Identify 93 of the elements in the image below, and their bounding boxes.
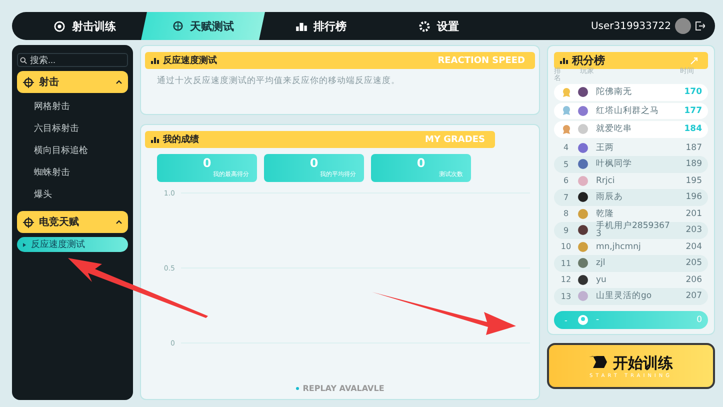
description: 通过十次反应速度测试的平均值来反应你的移动端反应速度。 [157, 75, 401, 87]
crosshair-icon [23, 76, 34, 88]
sidebar-item[interactable]: 网格射击 [17, 97, 128, 115]
category-title: 射击 [39, 76, 59, 89]
avatar-icon [578, 87, 588, 98]
search-field[interactable]: 搜索... [17, 53, 128, 67]
card-tag: MY GRADES [425, 134, 485, 144]
bullet-icon [23, 242, 26, 246]
settings-icon [419, 20, 430, 32]
rank-number: 9 [562, 226, 570, 235]
category-header[interactable]: 射击 [17, 71, 128, 93]
time-value: 206 [684, 274, 703, 285]
target-icon [54, 20, 65, 32]
rank-number: 12 [560, 275, 572, 284]
podium-icon [151, 136, 159, 142]
time-value: 189 [684, 159, 703, 170]
nav-tab[interactable]: 射击训练 [26, 12, 144, 40]
time-value: 187 [684, 142, 703, 153]
card-title: 我的成绩 [163, 133, 199, 146]
avatar-icon [578, 274, 588, 285]
rank-number: 6 [562, 176, 570, 186]
time-value: 204 [684, 242, 703, 252]
sidebar-item[interactable]: 横向目标追枪 [17, 141, 128, 159]
legend-dot [296, 387, 299, 390]
rank-number: 10 [560, 242, 572, 252]
card-title: 反应速度测试 [163, 54, 217, 67]
player-name: 手机用户28593673 [596, 222, 671, 238]
player-name: 就爱吃串 [596, 125, 633, 134]
player-name: zjl [596, 259, 606, 268]
time-value: 201 [684, 208, 703, 219]
rank-number: 7 [562, 192, 570, 202]
avatar-icon [578, 291, 588, 302]
player-name: 红塔山利群之马 [596, 106, 660, 115]
avatar-icon [578, 142, 588, 153]
rank-number: 8 [562, 209, 570, 218]
stat-value: 0 [310, 157, 318, 170]
nav-tab[interactable]: 天赋测试 [141, 12, 265, 40]
rank-number: - [564, 316, 568, 324]
sidebar-item[interactable]: 蜘蛛射击 [17, 163, 128, 181]
time-value: 177 [683, 106, 703, 116]
category-header[interactable]: 电竞天赋 [17, 211, 128, 233]
avatar-icon [578, 315, 588, 325]
time-value: 184 [683, 124, 703, 134]
podium-icon [560, 58, 568, 64]
player-name: 叶枫同学 [596, 160, 633, 168]
podium-icon [296, 22, 306, 30]
time-value: 170 [683, 87, 703, 98]
avatar-icon [675, 18, 691, 34]
player-name: yu [596, 276, 608, 284]
time-value: 195 [684, 176, 703, 186]
legend-label: REPLAY AVALAVLE [302, 384, 384, 393]
time-value: 196 [684, 192, 703, 202]
avatar-icon [578, 225, 588, 236]
avatar-icon [578, 106, 588, 116]
player-name: Rrjci [596, 176, 616, 185]
avatar-icon [578, 208, 588, 219]
sidebar-item[interactable]: 爆头 [17, 185, 128, 203]
logo-icon [589, 355, 607, 371]
player-name: 乾隆 [596, 210, 615, 218]
rank-number: 4 [562, 143, 570, 152]
stat-value: 0 [416, 157, 426, 170]
search-icon [20, 56, 27, 64]
time-value: 0 [696, 315, 703, 325]
player-name: - [596, 316, 600, 324]
time-value: 207 [684, 291, 703, 302]
rank-number: 5 [562, 160, 570, 169]
avatar-icon [578, 124, 588, 134]
avatar-icon [578, 258, 588, 268]
crosshair-icon [23, 216, 34, 228]
rank-number: 13 [560, 292, 572, 301]
avatar-icon [578, 242, 588, 252]
time-value: 203 [684, 225, 703, 236]
player-name: 雨辰あ [596, 193, 624, 202]
card-tag: REACTION SPEED [438, 56, 525, 66]
player-name: mn,jhcmnj [596, 242, 642, 251]
logout-icon[interactable] [695, 21, 705, 31]
avatar-icon [578, 159, 588, 170]
rank-number: 11 [560, 258, 572, 268]
nav-tab[interactable]: 排行榜 [262, 12, 380, 40]
podium-icon [151, 58, 159, 64]
player-name: 王两 [596, 144, 615, 152]
stat-value: 0 [202, 157, 212, 170]
avatar-icon [578, 192, 588, 202]
card-title: 积分榜 [572, 53, 605, 67]
sidebar-item[interactable]: 六目标射击 [17, 119, 128, 137]
sidebar-item[interactable]: 反应速度测试 [17, 237, 128, 252]
player-name: 山里灵活的go [596, 292, 653, 300]
category-title: 电竞天赋 [39, 215, 79, 229]
avatar-icon [578, 176, 588, 186]
username: User319933722 [590, 20, 671, 32]
time-value: 205 [684, 258, 703, 268]
player-name: 陀佛南无 [596, 88, 633, 96]
nav-tab[interactable]: 设置 [380, 12, 498, 40]
